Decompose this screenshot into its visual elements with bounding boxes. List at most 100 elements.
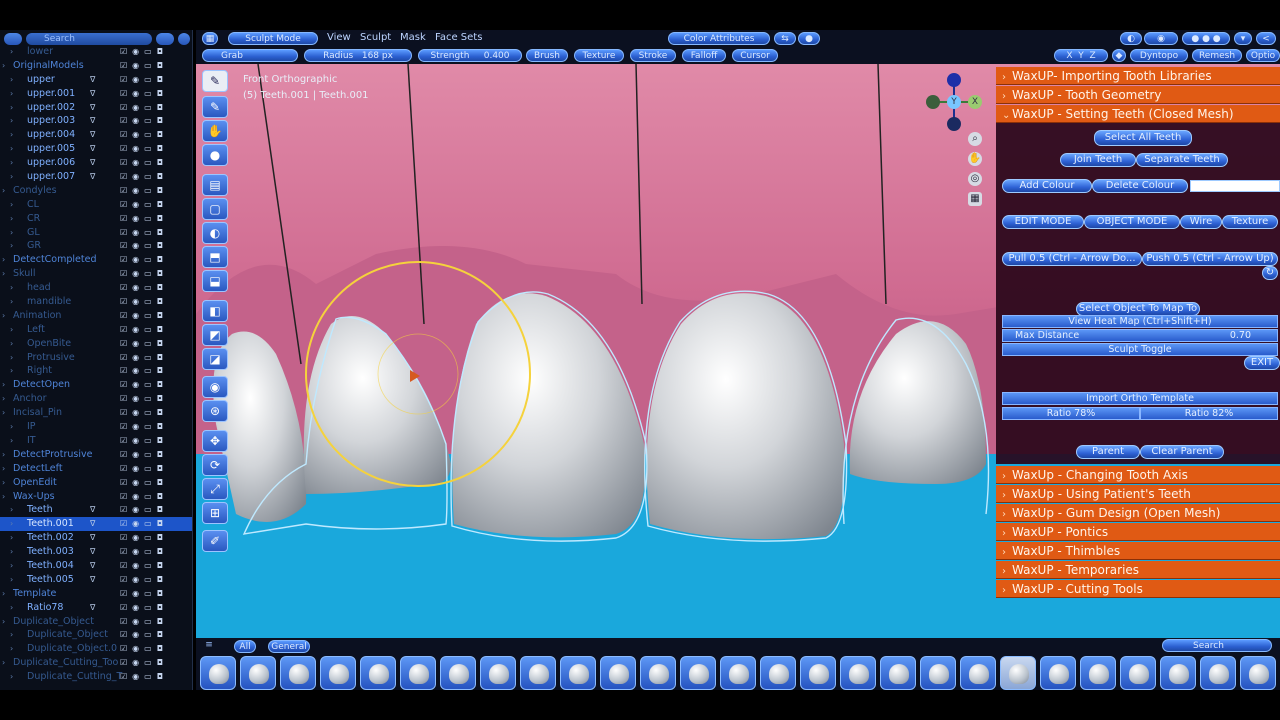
brush-thumbnail[interactable] [1000, 656, 1036, 690]
visibility-toggle-icons[interactable]: ☑◉▭◘ [120, 531, 168, 545]
expand-arrow-icon[interactable]: › [2, 462, 5, 476]
brush-thumbnail[interactable] [520, 656, 556, 690]
outliner-row[interactable]: › CR ☑◉▭◘ [0, 212, 192, 226]
expand-arrow-icon[interactable]: › [10, 642, 13, 656]
expand-arrow-icon[interactable]: › [10, 628, 13, 642]
brush-thumbnail[interactable] [840, 656, 876, 690]
add-colour-button[interactable]: Add Colour [1002, 179, 1092, 193]
visibility-toggle-icons[interactable]: ☑◉▭◘ [120, 601, 168, 615]
expand-arrow-icon[interactable]: › [10, 170, 13, 184]
modifier-icon[interactable]: ∇ [90, 156, 95, 170]
modifier-icon[interactable]: ∇ [90, 559, 95, 573]
brush-thumbnail[interactable] [960, 656, 996, 690]
brush-thumbnail[interactable] [440, 656, 476, 690]
trim-tool-icon[interactable]: ⬓ [202, 270, 228, 292]
section-header[interactable]: › WaxUP - Thimbles [996, 542, 1280, 560]
expand-arrow-icon[interactable]: › [10, 212, 13, 226]
section-header[interactable]: › WaxUP - Temporaries [996, 561, 1280, 579]
section-importing-tooth-libraries[interactable]: › WaxUP- Importing Tooth Libraries [996, 67, 1280, 85]
menu-view[interactable]: View [327, 32, 351, 43]
visibility-toggle-icons[interactable]: ☑◉▭◘ [120, 281, 168, 295]
visibility-toggle-icons[interactable]: ☑◉▭◘ [120, 378, 168, 392]
visibility-toggle-icons[interactable]: ☑◉▭◘ [120, 253, 168, 267]
expand-arrow-icon[interactable]: › [10, 226, 13, 240]
select-object-to-map-button[interactable]: Select Object To Map To [1076, 302, 1200, 316]
modifier-icon[interactable]: ∇ [90, 114, 95, 128]
shading-icons[interactable]: ● ● ● [1182, 32, 1230, 45]
expand-arrow-icon[interactable]: › [10, 601, 13, 615]
outliner-row[interactable]: › Duplicate_Cutting_Too ☑◉▭◘ [0, 656, 192, 670]
mode-selector[interactable]: Sculpt Mode [228, 32, 318, 45]
expand-arrow-icon[interactable]: › [2, 448, 5, 462]
remesh-button[interactable]: Remesh [1192, 49, 1242, 62]
edit-face-set-tool-icon[interactable]: ⊛ [202, 400, 228, 422]
expand-arrow-icon[interactable]: › [10, 323, 13, 337]
outliner-row[interactable]: › Condyles ☑◉▭◘ [0, 184, 192, 198]
outliner-row[interactable]: › Animation ☑◉▭◘ [0, 309, 192, 323]
outliner-row[interactable]: › upper.002 ☑◉▭◘ ∇ [0, 101, 192, 115]
brush-thumbnail[interactable] [640, 656, 676, 690]
outliner-row[interactable]: › Duplicate_Cutting_T ☑◉▭◘ [0, 670, 192, 684]
texture-menu[interactable]: Texture [574, 49, 624, 62]
ratio-82-button[interactable]: Ratio 82% [1140, 407, 1278, 420]
separate-teeth-button[interactable]: Separate Teeth [1136, 153, 1228, 167]
cloth-filter-tool-icon[interactable]: ◪ [202, 348, 228, 370]
outliner-row[interactable]: › Duplicate_Object ☑◉▭◘ [0, 628, 192, 642]
outliner-row[interactable]: › OpenBite ☑◉▭◘ [0, 337, 192, 351]
outliner-row[interactable]: › Incisal_Pin ☑◉▭◘ [0, 406, 192, 420]
gizmo-neg-z[interactable] [947, 117, 961, 131]
expand-arrow-icon[interactable]: › [2, 184, 5, 198]
outliner-row[interactable]: › Template ☑◉▭◘ [0, 587, 192, 601]
visibility-toggle-icons[interactable]: ☑◉▭◘ [120, 226, 168, 240]
visibility-toggle-icons[interactable]: ☑◉▭◘ [120, 128, 168, 142]
visibility-toggle-icons[interactable]: ☑◉▭◘ [120, 198, 168, 212]
visibility-toggle-icons[interactable]: ☑◉▭◘ [120, 364, 168, 378]
brush-thumbnail[interactable] [240, 656, 276, 690]
visibility-toggle-icons[interactable]: ☑◉▭◘ [120, 267, 168, 281]
brush-thumbnail[interactable] [320, 656, 356, 690]
outliner-row[interactable]: › head ☑◉▭◘ [0, 281, 192, 295]
outliner-row[interactable]: › Protrusive ☑◉▭◘ [0, 351, 192, 365]
modifier-icon[interactable]: ∇ [90, 517, 95, 531]
expand-arrow-icon[interactable]: › [10, 45, 13, 59]
section-header[interactable]: › WaxUp - Gum Design (Open Mesh) [996, 504, 1280, 522]
brush-thumbnail[interactable] [480, 656, 516, 690]
section-tooth-geometry[interactable]: › WaxUP - Tooth Geometry [996, 86, 1280, 104]
modifier-icon[interactable]: ∇ [90, 573, 95, 587]
brush-thumbnail[interactable] [400, 656, 436, 690]
outliner-search-input[interactable]: Search [26, 33, 152, 45]
visibility-toggle-icons[interactable]: ☑◉▭◘ [120, 559, 168, 573]
zoom-icon[interactable]: ⌕ [968, 132, 982, 146]
outliner-row[interactable]: › Wax-Ups ☑◉▭◘ [0, 490, 192, 504]
brush-thumbnail[interactable] [1200, 656, 1236, 690]
outliner-row[interactable]: › Anchor ☑◉▭◘ [0, 392, 192, 406]
expand-arrow-icon[interactable]: › [10, 101, 13, 115]
outliner-row[interactable]: › upper.007 ☑◉▭◘ ∇ [0, 170, 192, 184]
menu-icon[interactable]: ≡ [202, 639, 216, 652]
visibility-toggle-icons[interactable]: ☑◉▭◘ [120, 59, 168, 73]
brush-thumbnail[interactable] [360, 656, 396, 690]
brush-thumbnail[interactable] [880, 656, 916, 690]
paint-tool-icon[interactable]: ● [202, 144, 228, 166]
modifier-icon[interactable]: ∇ [90, 170, 95, 184]
editor-type-icon[interactable]: ▦ [202, 32, 218, 45]
parent-button[interactable]: Parent [1076, 445, 1140, 459]
line-project-tool-icon[interactable]: ◧ [202, 300, 228, 322]
modifier-icon[interactable]: ∇ [90, 142, 95, 156]
visibility-toggle-icons[interactable]: ☑◉▭◘ [120, 517, 168, 531]
outliner-row[interactable]: › lower ☑◉▭◘ [0, 45, 192, 59]
modifier-icon[interactable]: ∇ [90, 87, 95, 101]
modifier-icon[interactable]: ∇ [90, 545, 95, 559]
ortho-grid-icon[interactable]: ▦ [968, 192, 982, 206]
cursor-menu[interactable]: Cursor [732, 49, 778, 62]
outliner-row[interactable]: › CL ☑◉▭◘ [0, 198, 192, 212]
texture-button[interactable]: Texture [1222, 215, 1278, 229]
expand-arrow-icon[interactable]: › [2, 59, 5, 73]
visibility-toggle-icons[interactable]: ☑◉▭◘ [120, 114, 168, 128]
expand-arrow-icon[interactable]: › [2, 406, 5, 420]
brush-thumbnail[interactable] [560, 656, 596, 690]
modifier-icon[interactable]: ∇ [90, 101, 95, 115]
outliner-row[interactable]: › mandible ☑◉▭◘ [0, 295, 192, 309]
visibility-icon[interactable]: ◉ [1144, 32, 1178, 45]
push-button[interactable]: Push 0.5 (Ctrl - Arrow Up) [1142, 252, 1278, 266]
